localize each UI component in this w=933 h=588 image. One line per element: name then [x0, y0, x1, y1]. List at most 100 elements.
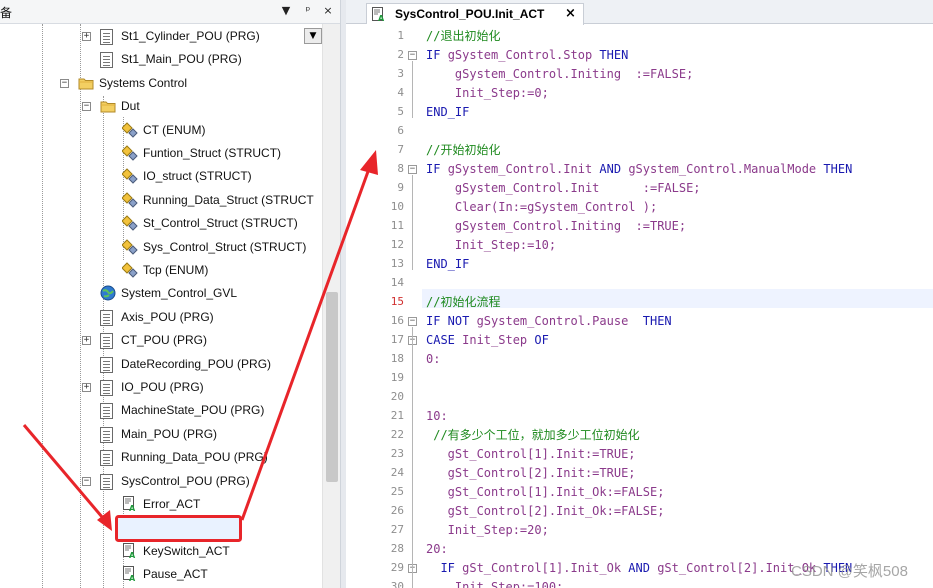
dropdown-arrow-icon[interactable]: ▼ — [278, 3, 294, 19]
action-icon: A — [122, 496, 138, 513]
tab-init-act[interactable]: A SysControl_POU.Init_ACT × — [366, 3, 584, 25]
tree-item[interactable]: IO_struct (STRUCT) — [0, 166, 322, 188]
code-line[interactable]: gSt_Control[2].Init_Ok:=FALSE; — [426, 502, 665, 521]
device-panel-header: 备 ▼ ᵖ × — [0, 0, 340, 24]
line-number: 22 — [390, 428, 404, 441]
code-line[interactable]: gSystem_Control.Initing :=FALSE; — [426, 65, 693, 84]
tree-item[interactable]: A Pause_ACT — [0, 564, 322, 586]
tree-item-label: Funtion_Struct (STRUCT) — [143, 146, 282, 160]
code-line[interactable]: Init_Step:=0; — [426, 84, 549, 103]
collapse-icon[interactable]: − — [60, 78, 69, 88]
code-line[interactable]: //退出初始化 — [426, 27, 500, 46]
tree-item[interactable]: St1_Main_POU (PRG) — [0, 49, 322, 71]
code-line[interactable]: gSt_Control[2].Init:=TRUE; — [426, 464, 636, 483]
tree-item[interactable]: A Error_ACT — [0, 494, 322, 516]
fold-collapse-icon[interactable]: − — [408, 165, 417, 174]
tree-item-label: Running_Data_Struct (STRUCT — [143, 192, 314, 207]
tree-item[interactable]: Running_Data_POU (PRG) — [0, 447, 322, 469]
collapse-icon[interactable]: − — [82, 476, 91, 486]
line-number: 23 — [390, 447, 404, 460]
line-number: 8 — [397, 162, 404, 175]
line-number: 19 — [390, 371, 404, 384]
tree-item[interactable]: A KeySwitch_ACT — [0, 541, 322, 563]
tree-item-label: Sys_Control_Struct (STRUCT) — [143, 239, 307, 254]
fold-collapse-icon[interactable]: − — [408, 51, 417, 60]
tab-close-icon[interactable]: × — [565, 6, 576, 21]
line-number: 25 — [390, 485, 404, 498]
code-line[interactable]: END_IF — [426, 103, 469, 122]
code-line[interactable]: 20: — [426, 540, 448, 559]
close-icon[interactable]: × — [320, 3, 336, 19]
code-line[interactable]: Init_Step:=10; — [426, 236, 556, 255]
expand-icon[interactable]: + — [82, 383, 91, 392]
tree-item[interactable]: + CT_POU (PRG) — [0, 330, 322, 352]
expand-icon[interactable]: + — [82, 336, 91, 346]
tree-item[interactable]: + IO_POU (PRG) — [0, 377, 322, 399]
tree-item[interactable]: St_Control_Struct (STRUCT) — [0, 213, 322, 235]
tree-item[interactable]: Tcp (ENUM) — [0, 260, 322, 282]
code-line[interactable]: gSt_Control[1].Init:=TRUE; — [426, 445, 636, 464]
tree-scroll-thumb[interactable] — [326, 292, 338, 482]
code-text: gSystem_Control.Stop — [447, 48, 600, 62]
collapse-icon[interactable]: − — [82, 102, 91, 112]
code-editor-panel: A SysControl_POU.Init_ACT × 1 2−3 4 5 6 7 8−9 1… — [346, 0, 933, 588]
pin-icon[interactable]: ᵖ — [300, 3, 316, 19]
line-number: 16 — [390, 314, 404, 327]
tree-item[interactable]: − SysControl_POU (PRG) — [0, 471, 322, 493]
pou-page-icon — [100, 380, 113, 396]
fold-collapse-icon[interactable]: − — [408, 317, 417, 326]
code-line[interactable]: IF gSystem_Control.Stop THEN — [426, 46, 628, 65]
code-text: gSt_Control[1].Init_Ok — [462, 561, 629, 575]
code-line[interactable]: CASE Init_Step OF — [426, 331, 549, 350]
tree-item[interactable]: − Systems Control — [0, 73, 322, 95]
code-line[interactable]: IF gSt_Control[1].Init_Ok AND gSt_Contro… — [426, 559, 852, 578]
tree-item[interactable]: MachineState_POU (PRG) — [0, 400, 322, 422]
tree-item[interactable]: Funtion_Struct (STRUCT) — [0, 143, 322, 165]
tree-item[interactable]: Running_Data_Struct (STRUCT — [0, 190, 322, 212]
folder-icon — [78, 75, 94, 92]
code-line[interactable]: //有多少个工位，就加多少工位初始化 — [426, 426, 639, 445]
tree-item[interactable]: System_Control_GVL — [0, 283, 322, 305]
code-line[interactable]: IF NOT gSystem_Control.Pause THEN — [426, 312, 672, 331]
tree-item[interactable]: − Dut — [0, 96, 322, 118]
code-line[interactable]: Clear(In:=gSystem_Control ); — [426, 198, 657, 217]
code-text: Init_Step:=0; — [426, 86, 549, 100]
tree-item-label: Main_POU (PRG) — [121, 426, 218, 441]
code-line[interactable]: 10: — [426, 407, 448, 426]
line-number: 5 — [397, 105, 404, 118]
code-keyword: CASE — [426, 333, 463, 347]
expand-icon[interactable]: + — [82, 32, 91, 41]
line-number: 29 — [390, 561, 404, 574]
code-keyword: THEN — [823, 162, 853, 176]
code-line[interactable]: gSystem_Control.Init :=FALSE; — [426, 179, 701, 198]
line-number: 14 — [390, 276, 404, 289]
code-line[interactable]: IF gSystem_Control.Init AND gSystem_Cont… — [426, 160, 852, 179]
code-line[interactable]: END_IF — [426, 255, 469, 274]
tree-item[interactable]: Main_POU (PRG) — [0, 424, 322, 446]
code-area[interactable]: //退出初始化 IF gSystem_Control.Stop THEN gSys… — [422, 24, 933, 588]
code-line[interactable]: //开始初始化 — [426, 141, 500, 160]
tree-dropdown-button[interactable]: ▼ — [304, 28, 322, 44]
code-line[interactable]: 0: — [426, 350, 440, 369]
code-line[interactable]: gSt_Control[1].Init_Ok:=FALSE; — [426, 483, 665, 502]
tree-item[interactable]: CT (ENUM) — [0, 120, 322, 142]
code-line[interactable]: Init_Step:=100; — [426, 578, 563, 588]
tree-item[interactable]: Axis_POU (PRG) — [0, 307, 322, 329]
pou-page-icon — [100, 309, 113, 326]
code-line[interactable]: //初始化流程 — [426, 293, 500, 312]
device-panel-title: 备 — [0, 6, 13, 20]
line-number: 24 — [390, 466, 404, 479]
tree-item[interactable]: + St1_Cylinder_POU (PRG) — [0, 26, 322, 48]
code-text: Init_Step:=20; — [426, 523, 549, 537]
code-line[interactable]: gSystem_Control.Initing :=TRUE; — [426, 217, 686, 236]
tree-item[interactable]: DateRecording_POU (PRG) — [0, 354, 322, 376]
line-number: 2 — [397, 48, 404, 61]
tree-item-label: DateRecording_POU (PRG) — [121, 356, 272, 371]
tree-item[interactable]: Sys_Control_Struct (STRUCT) — [0, 237, 322, 259]
dut-icon — [121, 262, 138, 279]
tree-scrollbar[interactable] — [322, 24, 340, 588]
line-number: 12 — [390, 238, 404, 251]
line-number: 10 — [390, 200, 404, 213]
code-line[interactable]: Init_Step:=20; — [426, 521, 549, 540]
action-icon: A — [122, 542, 138, 560]
